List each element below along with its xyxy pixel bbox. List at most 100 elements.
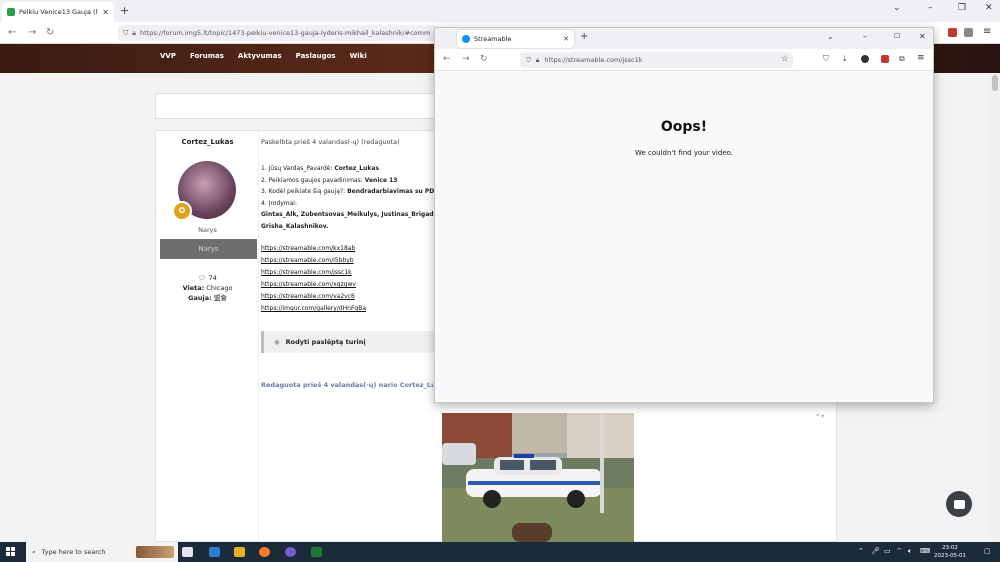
nav-item-forumas[interactable]: Forumas <box>190 52 224 60</box>
post-count: 74 <box>208 274 217 282</box>
close-window-icon[interactable]: ✕ <box>985 3 993 13</box>
evidence-link[interactable]: https://streamable.com/jssc1k <box>261 267 366 279</box>
pocket-icon[interactable]: ⛉ <box>823 54 829 64</box>
edited-note[interactable]: Redaguota prieš 4 valandas(-ų) nario Cor… <box>261 381 448 389</box>
reload-icon[interactable]: ↻ <box>480 54 488 64</box>
popup-browser-window: Streamable ✕ + ⌄ – ☐ ✕ ← → ↻ ⛉ 🔒︎ https:… <box>434 27 934 403</box>
extensions-icon[interactable]: ⧉ <box>899 54 905 64</box>
download-icon[interactable]: ⤓ <box>843 54 847 64</box>
nav-item-wiki[interactable]: Wiki <box>350 52 367 60</box>
nav-item-paslaugos[interactable]: Paslaugos <box>296 52 336 60</box>
minimize-icon[interactable]: – <box>863 32 867 41</box>
bookmark-star-icon[interactable]: ☆ <box>781 54 788 63</box>
edge-icon[interactable] <box>209 547 220 557</box>
chevron-up-icon[interactable]: ⌃ <box>858 547 864 555</box>
hidden-content-toggle[interactable]: ◉ Rodyti paslėptą turinį <box>261 331 441 353</box>
maximize-icon[interactable]: ☐ <box>894 32 900 40</box>
close-window-icon[interactable]: ✕ <box>919 32 926 41</box>
extension-icon[interactable] <box>881 55 889 63</box>
search-highlight-icon[interactable] <box>136 546 174 558</box>
forward-icon[interactable]: → <box>462 54 470 64</box>
forum-favicon-icon <box>7 8 15 16</box>
extension-icon[interactable] <box>861 55 869 63</box>
nav-item-aktyvumas[interactable]: Aktyvumas <box>238 52 282 60</box>
hidden-content-label: Rodyti paslėptą turinį <box>285 338 366 346</box>
back-icon[interactable]: ← <box>8 27 16 38</box>
rank-badge-icon: ✪ <box>172 201 192 221</box>
evidence-link[interactable]: https://streamable.com/va2vc6 <box>261 291 366 303</box>
popup-url-text: https://streamable.com/jssc1k <box>544 56 643 64</box>
extensions-icon[interactable] <box>964 28 973 37</box>
quote-icon[interactable]: ❝ ▾ <box>816 413 824 420</box>
tab-forum[interactable]: Peikiu Venice13 Gauja (lyderis M ✕ <box>2 2 114 22</box>
evidence-link[interactable]: https://streamable.com/kx18ab <box>261 243 366 255</box>
popup-tab-strip: Streamable ✕ + ⌄ – ☐ ✕ <box>435 28 933 49</box>
body-value: Cortez_Lukas <box>334 165 380 172</box>
evidence-links: https://streamable.com/kx18ab https://st… <box>261 243 366 315</box>
popup-navigation-bar: ← → ↻ ⛉ 🔒︎ https://streamable.com/jssc1k… <box>435 49 933 71</box>
file-explorer-icon[interactable] <box>234 547 245 557</box>
battery-icon[interactable]: ▭ <box>884 547 891 555</box>
menu-icon[interactable]: ≡ <box>983 26 991 37</box>
post-image[interactable] <box>442 413 634 542</box>
new-tab-icon[interactable]: + <box>580 31 588 42</box>
nav-item-vvp[interactable]: VVP <box>160 52 176 60</box>
gang-value: 盟會 <box>213 294 227 302</box>
shield-icon: ⛉ <box>123 28 129 37</box>
minimize-icon[interactable]: – <box>928 3 933 13</box>
tab-title: Peikiu Venice13 Gauja (lyderis M <box>19 8 98 16</box>
restore-icon[interactable]: ❐ <box>958 3 966 13</box>
forum-nav: VVP Forumas Aktyvumas Paslaugos Wiki <box>160 52 367 60</box>
forward-icon[interactable]: → <box>28 27 36 38</box>
evidence-link[interactable]: https://streamable.com/xqzqwv <box>261 279 366 291</box>
reload-icon[interactable]: ↻ <box>46 27 54 38</box>
notification-icon[interactable]: ▢ <box>984 547 991 555</box>
close-tab-icon[interactable]: ✕ <box>102 8 109 17</box>
clock[interactable]: 23:02 2023-05-01 <box>930 544 970 560</box>
popup-address-bar[interactable]: ⛉ 🔒︎ https://streamable.com/jssc1k <box>520 52 793 68</box>
names-line: Grisha_Kalashnikov. <box>261 222 329 230</box>
evidence-link[interactable]: https://streamable.com/i5bbyb <box>261 255 366 267</box>
language-icon[interactable]: ⌨ <box>920 547 930 555</box>
close-tab-icon[interactable]: ✕ <box>563 35 569 43</box>
address-bar[interactable]: ⛉ 🔒︎ https://forum.img5.lt/topic/1473-pe… <box>118 25 438 41</box>
error-message: We couldn't find your video. <box>634 149 734 157</box>
tab-strip: Peikiu Venice13 Gauja (lyderis M ✕ + ⌄ –… <box>0 0 1000 22</box>
role-bar: Narys <box>160 239 257 259</box>
error-heading: Oops! <box>660 119 708 135</box>
comment-icon: 💬︎ <box>198 274 207 282</box>
location-value: Chicago <box>206 284 233 292</box>
post-meta: Paskelbta prieš 4 valandas(-ų) (redaguot… <box>261 138 400 146</box>
body-label: 2. Peikiamos gaujos pavadinimas: <box>261 176 363 184</box>
evidence-link[interactable]: https://imgur.com/gallery/dHnFqBa <box>261 303 366 315</box>
app-icon[interactable] <box>311 547 322 557</box>
author-stats: 💬︎ 74 Vieta: Chicago Gauja: 盟會 <box>156 273 259 303</box>
task-view-icon[interactable] <box>182 547 193 557</box>
back-icon[interactable]: ← <box>443 54 451 64</box>
lock-icon: 🔒︎ <box>132 28 136 37</box>
chevron-down-icon[interactable]: ⌄ <box>893 3 901 13</box>
extension-icon[interactable] <box>948 28 957 37</box>
shield-icon: ⛉ <box>526 55 531 64</box>
chat-button[interactable] <box>946 491 972 517</box>
popup-content: Oops! We couldn't find your video. <box>435 71 933 402</box>
volume-icon[interactable]: 🔈︎ <box>908 547 912 556</box>
windows-start-icon[interactable] <box>6 547 16 557</box>
tab-streamable[interactable]: Streamable ✕ <box>457 30 574 48</box>
author-name[interactable]: Cortez_Lukas <box>156 138 259 146</box>
taskbar: ⌕ Type here to search ⌃ 🎤︎ ▭ ⌔ 🔈︎ ⌨ 23:0… <box>0 542 1000 562</box>
microphone-icon[interactable]: 🎤︎ <box>871 547 880 555</box>
discord-icon[interactable] <box>285 547 296 557</box>
chevron-down-icon[interactable]: ⌄ <box>827 32 834 41</box>
firefox-icon[interactable] <box>259 547 270 557</box>
body-label: 3. Kodėl peikiate šią gaują?: <box>261 188 346 195</box>
new-tab-icon[interactable]: + <box>120 4 129 17</box>
menu-icon[interactable]: ≡ <box>917 53 925 63</box>
scrollbar-thumb[interactable] <box>992 75 998 91</box>
clock-time: 23:02 <box>942 545 958 551</box>
police-car-photo <box>442 413 634 542</box>
body-value: Venice 13 <box>364 176 398 184</box>
network-icon[interactable]: ⌔ <box>896 547 903 556</box>
body-label: 1. Jūsų Vardas_Pavardė: <box>261 165 333 172</box>
page-scrollbar[interactable] <box>990 73 1000 542</box>
